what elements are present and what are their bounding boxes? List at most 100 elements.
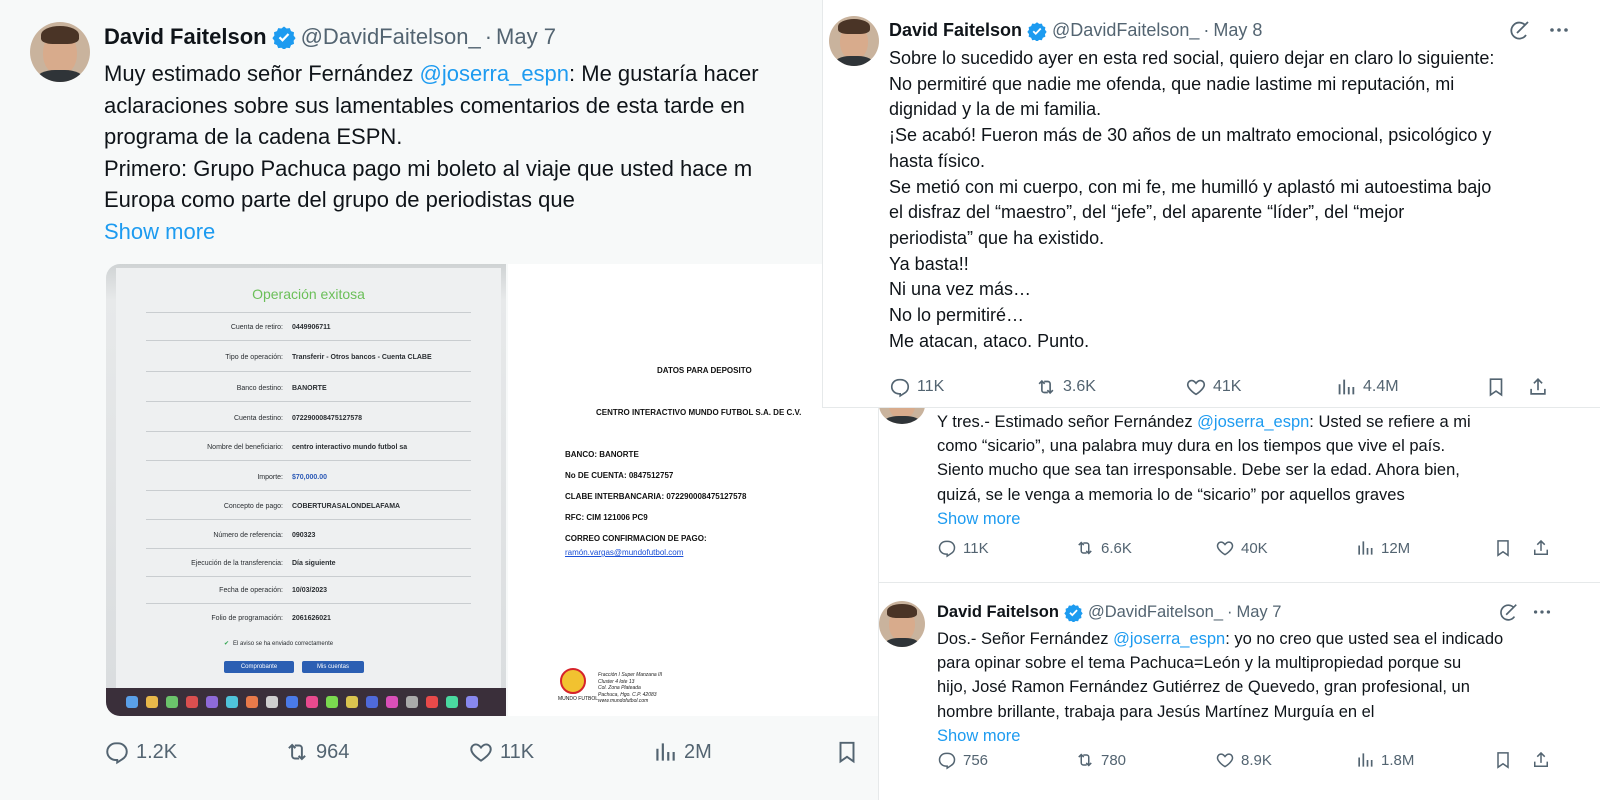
avatar[interactable] bbox=[879, 408, 925, 424]
deposit-rfc: RFC: CIM 121006 PC9 bbox=[565, 513, 648, 522]
verified-badge-icon bbox=[272, 25, 296, 49]
receipt-title: Operación exitosa bbox=[252, 286, 365, 302]
bookmark-button[interactable] bbox=[1493, 750, 1513, 770]
mention-link[interactable]: @joserra_espn bbox=[1113, 630, 1225, 648]
show-more-link[interactable]: Show more bbox=[104, 216, 759, 248]
more-options-icon[interactable] bbox=[1547, 18, 1571, 42]
repost-icon bbox=[1035, 376, 1057, 398]
views-icon bbox=[1335, 376, 1357, 398]
tweet-line: Ya basta!! bbox=[889, 253, 969, 274]
deposit-email-label: CORREO CONFIRMACION DE PAGO: bbox=[565, 534, 707, 543]
like-icon bbox=[1185, 376, 1207, 398]
author-name[interactable]: David Faitelson bbox=[104, 24, 267, 50]
like-button[interactable]: 41K bbox=[1185, 376, 1241, 398]
views-icon bbox=[652, 739, 678, 765]
share-button[interactable] bbox=[1531, 538, 1551, 558]
views-button[interactable]: 1.8M bbox=[1355, 750, 1414, 770]
separator-dot: · bbox=[484, 24, 493, 49]
repost-icon bbox=[284, 739, 310, 765]
tweet-actions: 11K 3.6K 41K 4.4M bbox=[889, 374, 1589, 400]
reply-button[interactable]: 756 bbox=[937, 750, 988, 770]
macos-dock bbox=[106, 688, 506, 716]
views-button[interactable]: 4.4M bbox=[1335, 376, 1399, 398]
tweet-line: dignidad y la de mi familia. bbox=[889, 99, 1102, 120]
receipt-photo[interactable]: Operación exitosa Cuenta de retiro: 04499… bbox=[106, 264, 506, 716]
like-icon bbox=[1215, 750, 1235, 770]
share-icon bbox=[1531, 750, 1551, 770]
tweet-line: Europa como parte del grupo de periodist… bbox=[104, 187, 575, 212]
more-options-icon[interactable] bbox=[1531, 601, 1553, 623]
tweet-line: Ni una vez más… bbox=[889, 279, 1032, 300]
repost-button[interactable]: 780 bbox=[1075, 750, 1126, 770]
bookmark-button[interactable] bbox=[1493, 538, 1513, 558]
author-handle[interactable]: @DavidFaitelson_ bbox=[301, 24, 481, 50]
mention-link[interactable]: @joserra_espn bbox=[1197, 413, 1309, 431]
tweet-line: aclaraciones sobre sus lamentables comen… bbox=[104, 92, 745, 118]
views-button[interactable]: 12M bbox=[1355, 538, 1410, 558]
reply-icon bbox=[937, 538, 957, 558]
like-button[interactable]: 8.9K bbox=[1215, 750, 1272, 770]
reply-icon bbox=[937, 750, 957, 770]
tweet-line: hasta físico. bbox=[889, 150, 986, 171]
receipt-button: Comprobante bbox=[224, 661, 294, 673]
deposit-email: ramón.vargas@mundofutbol.com bbox=[565, 548, 684, 557]
views-button[interactable]: 2M bbox=[652, 739, 712, 765]
tweet-line: Siento mucho que sea tan irresponsable. … bbox=[937, 461, 1460, 480]
repost-button[interactable]: 3.6K bbox=[1035, 376, 1096, 398]
reply-button[interactable]: 11K bbox=[937, 538, 989, 558]
tweet-line: el disfraz del “maestro”, del “jefe”, de… bbox=[889, 202, 1405, 223]
share-button[interactable] bbox=[1527, 376, 1549, 398]
tweet-text: Dos.- Señor Fernández @joserra_espn: yo … bbox=[937, 627, 1503, 748]
author-handle[interactable]: @DavidFaitelson_ bbox=[1052, 20, 1199, 41]
tweet-actions: 1.2K 964 11K 2M bbox=[104, 736, 864, 768]
reply-icon bbox=[104, 739, 130, 765]
share-button[interactable] bbox=[1531, 750, 1551, 770]
tweet-line: Primero: Grupo Pachuca pago mi boleto al… bbox=[104, 155, 753, 181]
like-button[interactable]: 40K bbox=[1215, 538, 1268, 558]
show-more-link[interactable]: Show more bbox=[937, 724, 1503, 748]
tweet-date[interactable]: May 7 bbox=[496, 24, 556, 50]
tweet-text: Y tres.- Estimado señor Fernández @joser… bbox=[937, 410, 1471, 531]
grok-icon[interactable] bbox=[1507, 18, 1531, 42]
deposit-clabe: CLABE INTERBANCARIA: 072290008475127578 bbox=[565, 492, 747, 501]
tweet-line: No lo permitiré… bbox=[889, 305, 1025, 326]
author-name[interactable]: David Faitelson bbox=[889, 20, 1022, 41]
reply-button[interactable]: 11K bbox=[889, 376, 944, 398]
bookmark-icon bbox=[834, 739, 860, 765]
bookmark-button[interactable] bbox=[834, 739, 860, 765]
share-icon bbox=[1527, 376, 1549, 398]
separator-dot: · bbox=[1203, 20, 1210, 40]
tweet-line: Dos.- Señor Fernández @joserra_espn: yo … bbox=[937, 630, 1504, 648]
like-button[interactable]: 11K bbox=[468, 739, 534, 765]
deposit-company: CENTRO INTERACTIVO MUNDO FUTBOL S.A. DE … bbox=[596, 408, 802, 417]
avatar[interactable] bbox=[829, 16, 879, 66]
mention-link[interactable]: @joserra_espn bbox=[420, 61, 570, 86]
tweet-date[interactable]: May 7 bbox=[1237, 603, 1282, 622]
author-name[interactable]: David Faitelson bbox=[937, 603, 1059, 622]
repost-button[interactable]: 6.6K bbox=[1075, 538, 1132, 558]
share-icon bbox=[1531, 538, 1551, 558]
tweet-line: Se metió con mi cuerpo, con mi fe, me hu… bbox=[889, 176, 1492, 197]
tweet-line: quizá, se le venga a memoria lo de “sica… bbox=[937, 485, 1405, 504]
avatar[interactable] bbox=[879, 601, 925, 647]
tweet-date[interactable]: May 8 bbox=[1213, 20, 1262, 41]
author-handle[interactable]: @DavidFaitelson_ bbox=[1088, 603, 1223, 622]
tweet-header: David Faitelson @DavidFaitelson_ · May 7 bbox=[104, 24, 556, 50]
receipt-button: Mis cuentas bbox=[302, 661, 364, 673]
tweet-panel-bottom: David Faitelson @DavidFaitelson_ · May 7… bbox=[878, 583, 1600, 800]
tweet-line: hombre brillante, trabaja para Jesús Mar… bbox=[937, 702, 1375, 721]
grok-icon[interactable] bbox=[1497, 601, 1519, 623]
receipt-confirmation: ✔ El aviso se ha enviado correctamente bbox=[224, 641, 334, 647]
bookmark-button[interactable] bbox=[1485, 376, 1507, 398]
show-more-link[interactable]: Show more bbox=[937, 507, 1471, 531]
tweet-panel-top-right: David Faitelson @DavidFaitelson_ · May 8… bbox=[822, 0, 1600, 408]
tweet-line: como “sicario”, una palabra muy dura en … bbox=[937, 437, 1446, 456]
tweet-header: David Faitelson @DavidFaitelson_ · May 8 bbox=[889, 20, 1262, 41]
avatar[interactable] bbox=[30, 22, 90, 82]
like-icon bbox=[468, 739, 494, 765]
tweet-text: Muy estimado señor Fernández @joserra_es… bbox=[104, 58, 759, 247]
repost-button[interactable]: 964 bbox=[284, 739, 349, 765]
like-icon bbox=[1215, 538, 1235, 558]
reply-button[interactable]: 1.2K bbox=[104, 739, 177, 765]
tweet-header: David Faitelson @DavidFaitelson_ · May 7 bbox=[937, 603, 1281, 622]
